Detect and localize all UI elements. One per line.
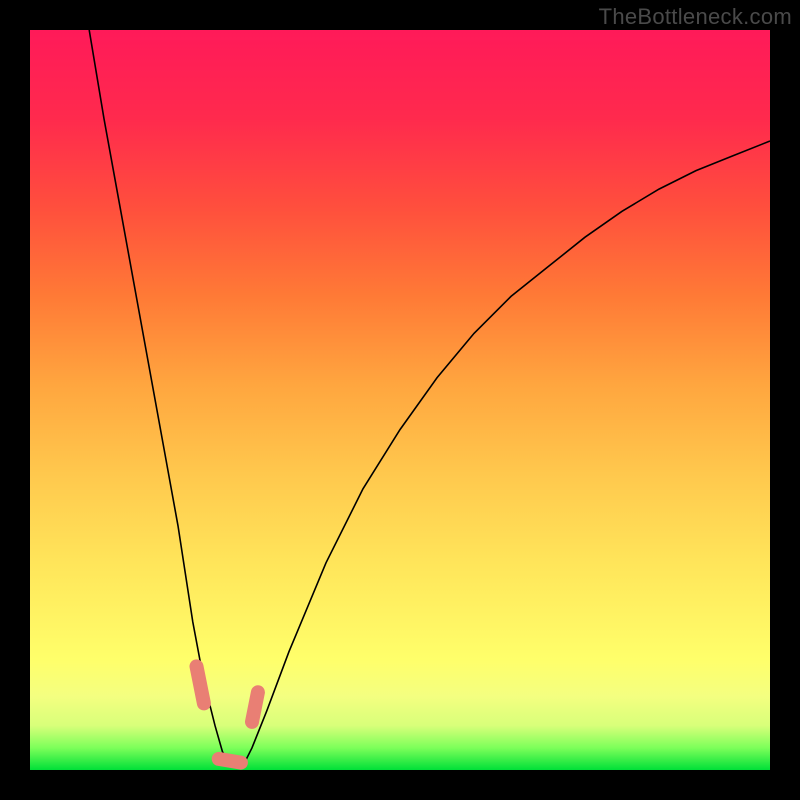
bottleneck-curve (89, 30, 770, 766)
plot-area (30, 30, 770, 770)
curve-markers (197, 666, 258, 762)
trough-capsule (219, 759, 241, 763)
watermark-text: TheBottleneck.com (599, 4, 792, 30)
left-capsule (197, 666, 204, 703)
right-capsule (252, 692, 258, 722)
curve-layer (30, 30, 770, 770)
chart-frame: TheBottleneck.com (0, 0, 800, 800)
